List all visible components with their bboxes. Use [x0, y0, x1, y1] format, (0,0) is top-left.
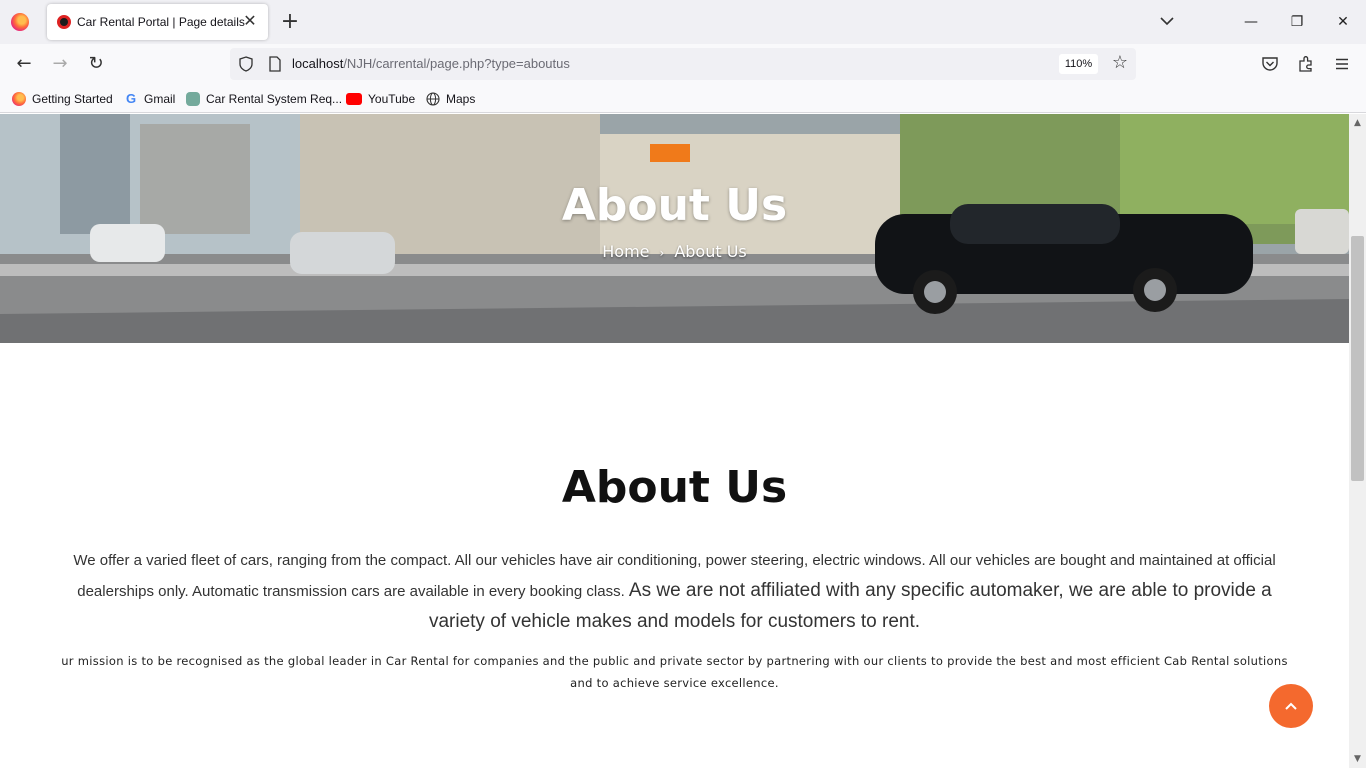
bookmark-label: Gmail — [144, 92, 176, 106]
forward-button[interactable]: → — [48, 52, 72, 76]
tracking-protection-shield-icon[interactable] — [238, 56, 254, 72]
page-viewport: About Us Home › About Us About Us We offer… — [0, 114, 1349, 768]
url-path: /NJH/carrental/page.php?type=aboutus — [343, 56, 570, 71]
zoom-level-badge[interactable]: 110% — [1059, 54, 1098, 74]
navigation-toolbar: ← → ↻ localhost/NJH/carrental/page.php?t… — [0, 44, 1366, 84]
reload-button[interactable]: ↻ — [84, 52, 108, 76]
bookmark-maps[interactable]: Maps — [426, 90, 475, 108]
page-scrollbar[interactable]: ▲ ▼ — [1349, 114, 1366, 768]
chevron-up-icon — [1285, 702, 1297, 710]
tab-active[interactable]: Car Rental Portal | Page details ✕ — [47, 4, 268, 40]
bookmark-gmail[interactable]: G Gmail — [124, 90, 175, 108]
minimize-button[interactable]: — — [1228, 0, 1274, 44]
breadcrumb-separator-icon: › — [659, 246, 665, 260]
back-to-top-button[interactable] — [1269, 684, 1313, 728]
address-bar[interactable]: localhost/NJH/carrental/page.php?type=ab… — [230, 48, 1136, 80]
chatgpt-icon — [186, 92, 200, 106]
scroll-down-arrow-icon[interactable]: ▼ — [1352, 754, 1363, 764]
back-button[interactable]: ← — [12, 52, 36, 76]
site-favicon-icon — [57, 15, 71, 29]
breadcrumb: Home › About Us — [0, 242, 1349, 261]
scroll-up-arrow-icon[interactable]: ▲ — [1352, 118, 1363, 128]
google-icon: G — [125, 91, 137, 106]
new-tab-button[interactable]: + — [279, 8, 301, 36]
bookmark-label: Car Rental System Req... — [206, 92, 343, 106]
restore-button[interactable]: ❐ — [1274, 0, 1320, 44]
page-info-icon[interactable] — [268, 56, 282, 72]
breadcrumb-home-link[interactable]: Home — [602, 242, 649, 261]
bookmark-getting-started[interactable]: Getting Started — [12, 90, 113, 108]
youtube-icon — [346, 93, 362, 105]
hero-title: About Us — [561, 180, 788, 231]
list-all-tabs-icon[interactable] — [1156, 10, 1178, 32]
tab-strip: Car Rental Portal | Page details ✕ + — ❐… — [0, 0, 1366, 44]
hero-banner: About Us Home › About Us — [0, 114, 1349, 343]
tab-close-icon[interactable]: ✕ — [240, 10, 260, 32]
extensions-icon[interactable] — [1297, 55, 1315, 73]
bookmark-car-rental-system[interactable]: Car Rental System Req... — [186, 90, 342, 108]
firefox-view-icon[interactable] — [11, 13, 29, 31]
scrollbar-thumb[interactable] — [1351, 236, 1364, 481]
page-title: About Us — [561, 462, 788, 513]
about-paragraph-1: We offer a varied fleet of cars, ranging… — [58, 546, 1291, 638]
url-host: localhost — [292, 56, 344, 71]
pocket-icon[interactable] — [1261, 55, 1279, 73]
bookmark-youtube[interactable]: YouTube — [346, 90, 415, 108]
close-window-button[interactable]: ✕ — [1320, 0, 1366, 44]
bookmark-label: Maps — [446, 92, 476, 106]
app-menu-icon[interactable] — [1333, 55, 1351, 73]
tab-title: Car Rental Portal | Page details — [77, 15, 245, 29]
breadcrumb-current: About Us — [674, 242, 747, 261]
bookmark-star-icon[interactable]: ☆ — [1110, 53, 1130, 73]
bookmark-label: YouTube — [368, 92, 416, 106]
globe-icon — [426, 92, 440, 106]
url-text[interactable]: localhost/NJH/carrental/page.php?type=ab… — [292, 56, 570, 71]
firefox-icon — [12, 92, 26, 106]
bookmark-label: Getting Started — [32, 92, 113, 106]
bookmarks-toolbar: Getting Started G Gmail Car Rental Syste… — [0, 84, 1366, 113]
about-paragraph-2: ur mission is to be recognised as the gl… — [61, 654, 1288, 690]
